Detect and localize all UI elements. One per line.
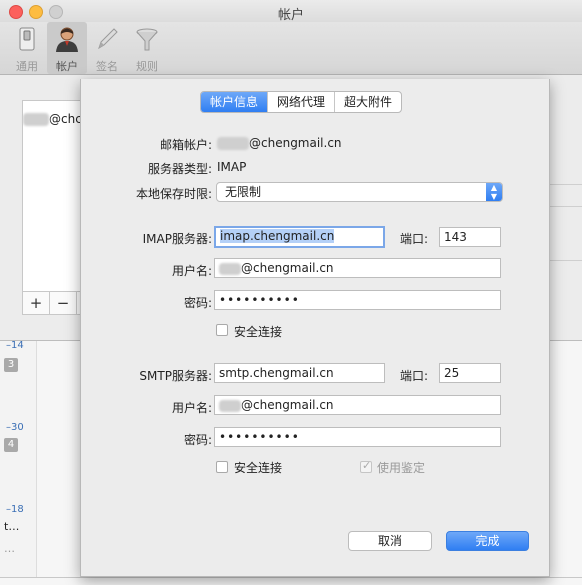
accounts-list[interactable]: @chc [22, 100, 84, 292]
list-item[interactable]: @chc [23, 109, 83, 129]
toolbar-label: 签名 [96, 60, 118, 73]
imap-port-field[interactable]: 143 [439, 227, 501, 247]
retention-value: 无限制 [225, 185, 262, 199]
imap-username-value: @chengmail.cn [241, 261, 334, 275]
mail-list-strip: –14 3 –30 4 –18 t… … [0, 338, 37, 578]
checkmark-icon: ✓ [362, 459, 372, 472]
toolbar-label: 规则 [136, 60, 158, 73]
smtp-password-field[interactable]: •••••••••• [214, 427, 501, 447]
window-title: 帐户 [277, 8, 304, 23]
toolbar-item-rules[interactable]: 规则 [127, 22, 167, 74]
retention-select[interactable]: 无限制 ▲ ▼ [216, 182, 503, 202]
done-button[interactable]: 完成 [446, 531, 529, 551]
snippet-text: t… [4, 520, 20, 533]
funnel-icon [136, 28, 158, 51]
imap-secure-checkbox[interactable] [216, 324, 228, 336]
toolbar-label: 帐户 [56, 60, 78, 73]
divider [550, 260, 582, 261]
imap-username-label: 用户名: [171, 264, 212, 278]
email-domain: @chengmail.cn [249, 136, 342, 150]
smtp-port-field[interactable]: 25 [439, 363, 501, 383]
smtp-username-label: 用户名: [171, 401, 212, 415]
toolbar-item-accounts[interactable]: 帐户 [47, 22, 87, 74]
cancel-button[interactable]: 取消 [348, 531, 432, 551]
imap-server-value: imap.chengmail.cn [220, 229, 335, 243]
imap-server-label: IMAP服务器: [142, 232, 212, 246]
redacted-text [23, 113, 49, 126]
smtp-server-label: SMTP服务器: [139, 369, 212, 383]
smtp-secure-checkbox[interactable] [216, 461, 228, 473]
date-label: –14 [6, 340, 24, 351]
smtp-password-label: 密码: [183, 433, 212, 447]
server-type-value: IMAP [217, 160, 247, 174]
count-badge: 4 [4, 438, 18, 452]
smtp-auth-checkbox[interactable]: ✓ [360, 459, 372, 473]
updown-arrow-icon: ▲ ▼ [486, 183, 502, 201]
toolbar-label: 通用 [16, 60, 38, 73]
server-type-label: 服务器类型: [147, 162, 212, 176]
tab-account-info[interactable]: 帐户信息 [201, 92, 269, 112]
imap-password-field[interactable]: •••••••••• [214, 290, 501, 310]
count-badge: 3 [4, 358, 18, 372]
smtp-port-label: 端口: [400, 369, 429, 383]
imap-username-field[interactable]: @chengmail.cn [214, 258, 501, 278]
remove-account-button[interactable]: − [50, 292, 77, 314]
imap-password-label: 密码: [183, 296, 212, 310]
pen-icon [98, 28, 118, 50]
smtp-secure-label: 安全连接 [234, 461, 283, 475]
tab-large-attachments[interactable]: 超大附件 [335, 92, 401, 112]
account-name: @chc [49, 112, 82, 126]
date-label: –30 [6, 422, 24, 433]
email-account-value: @chengmail.cn [217, 136, 342, 150]
toolbar-item-general[interactable]: 通用 [7, 22, 47, 74]
redacted-text [217, 137, 249, 150]
add-account-button[interactable]: + [23, 292, 50, 314]
smtp-server-field[interactable]: smtp.chengmail.cn [214, 363, 385, 383]
smtp-username-field[interactable]: @chengmail.cn [214, 395, 501, 415]
list-buttons: + − [22, 291, 84, 315]
divider [550, 184, 582, 185]
tab-network-proxy[interactable]: 网络代理 [268, 92, 336, 112]
redacted-text [219, 399, 241, 412]
divider [0, 577, 582, 578]
imap-server-field[interactable]: imap.chengmail.cn [214, 226, 385, 248]
smtp-username-value: @chengmail.cn [241, 398, 334, 412]
date-label: –18 [6, 504, 24, 515]
details-edge [550, 100, 582, 290]
imap-secure-label: 安全连接 [234, 325, 283, 339]
tab-bar: 帐户信息 网络代理 超大附件 [200, 91, 403, 113]
email-account-label: 邮箱帐户: [159, 138, 212, 152]
redacted-text [219, 262, 241, 275]
toolbar-item-signature[interactable]: 签名 [87, 22, 127, 74]
retention-label: 本地保存时限: [135, 187, 212, 201]
smtp-auth-label: 使用鉴定 [377, 461, 426, 475]
divider [550, 206, 582, 207]
title-bar: 帐户 [0, 0, 582, 23]
user-icon [56, 27, 78, 52]
imap-port-label: 端口: [400, 232, 429, 246]
snippet-text: … [4, 542, 15, 555]
switch-icon [19, 27, 35, 51]
preferences-toolbar: 通用 帐户 签名 规则 [0, 22, 582, 75]
account-settings-sheet: 帐户信息 网络代理 超大附件 邮箱帐户: @chengmail.cn 服务器类型… [80, 79, 550, 577]
